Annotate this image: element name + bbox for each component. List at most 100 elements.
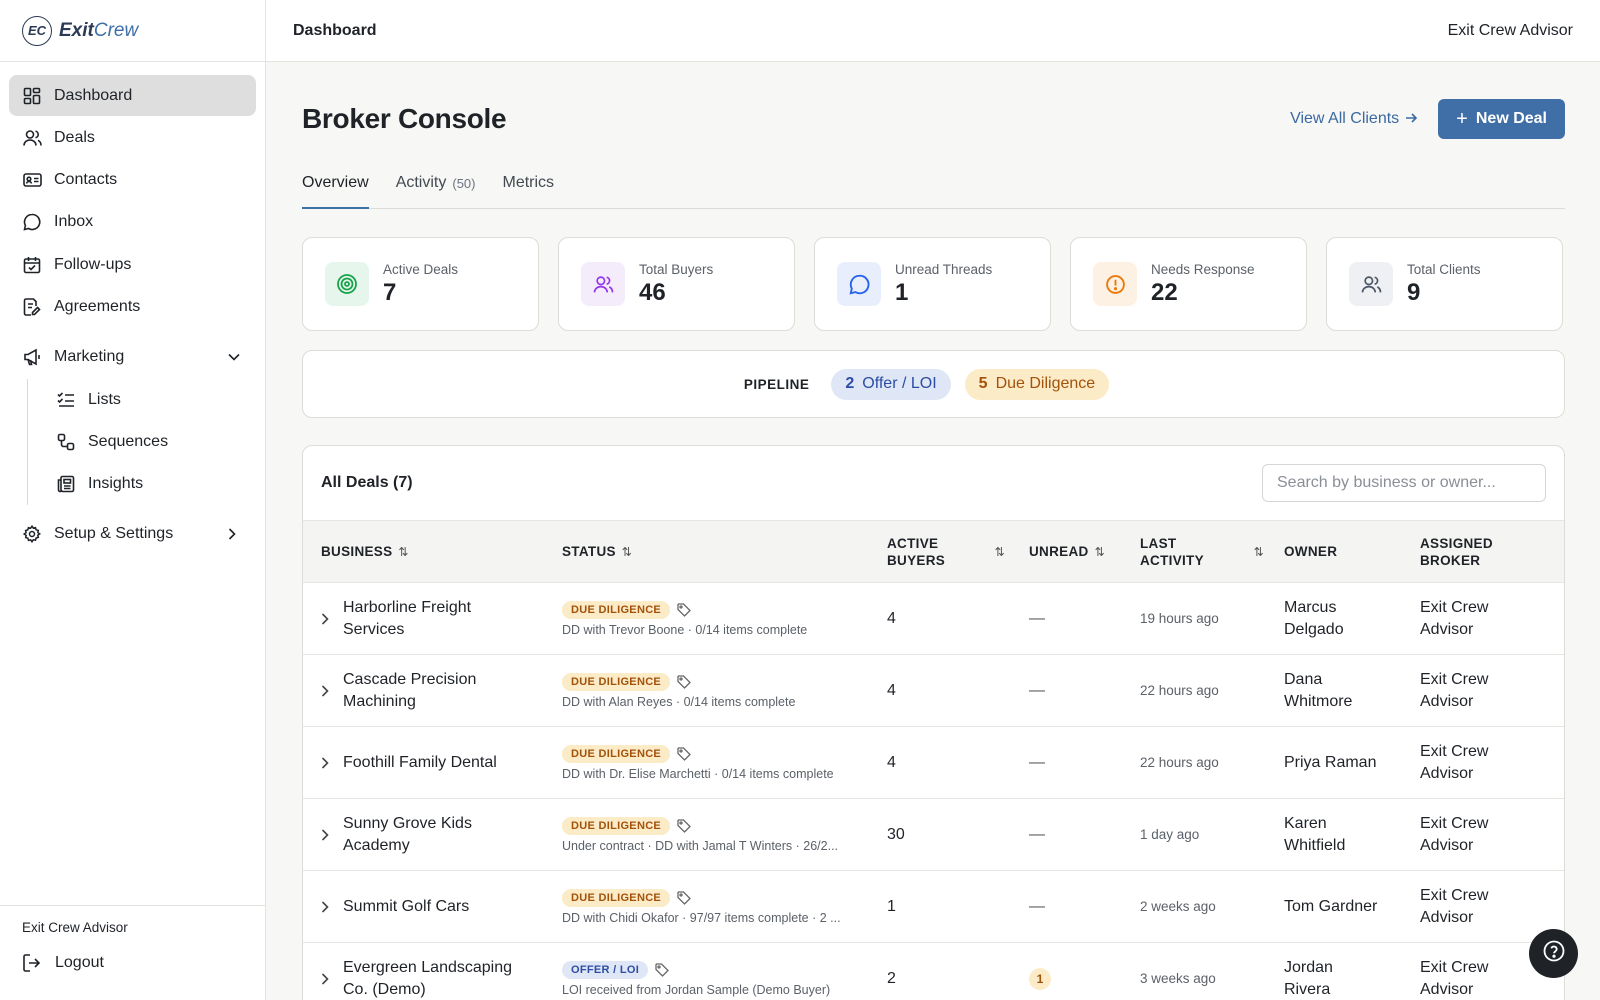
business-name[interactable]: Summit Golf Cars [343,896,469,918]
business-name[interactable]: Evergreen Landscaping Co. (Demo) [343,957,512,1000]
sidebar-item-follow-ups[interactable]: Follow-ups [9,244,256,285]
users-icon [581,262,625,306]
logout-icon [22,953,42,973]
stat-card-total-clients[interactable]: Total Clients 9 [1326,237,1563,331]
tag-icon[interactable] [677,890,691,905]
sort-icon[interactable]: ⇅ [1095,545,1105,559]
sort-icon[interactable]: ⇅ [398,545,408,559]
sidebar-item-marketing[interactable]: Marketing [9,337,256,378]
stage-count: 2 [845,375,855,392]
sidebar-item-inbox[interactable]: Inbox [9,202,256,243]
sort-icon[interactable]: ⇅ [622,545,632,559]
sidebar-footer: Exit Crew Advisor Logout [0,905,265,1000]
expand-row-icon[interactable] [317,684,343,697]
sidebar-item-insights[interactable]: Insights [32,464,256,505]
expand-row-icon[interactable] [317,973,343,985]
breadcrumb: Dashboard [293,21,377,39]
status-badge: DUE DILIGENCE [562,672,671,691]
expand-row-icon[interactable] [317,612,343,625]
stage-label: Due Diligence [995,375,1096,392]
column-header-business[interactable]: BUSINESS ⇅ [303,521,562,583]
sidebar-item-contacts[interactable]: Contacts [9,160,256,201]
tab-metrics[interactable]: Metrics [502,171,554,209]
unread-count: — [1029,609,1045,627]
brand-logo[interactable]: EC ExitCrew [0,0,265,62]
pipeline-stage-due-diligence[interactable]: 5 Due Diligence [964,368,1110,400]
owner-name: Dana Whitmore [1284,670,1353,710]
main-content: Broker Console View All Clients + New De… [302,62,1565,1000]
tab-overview[interactable]: Overview [302,171,369,209]
expand-row-icon[interactable] [317,828,343,841]
last-activity: 19 hours ago [1140,610,1219,626]
column-header-active-buyers[interactable]: ACTIVE BUYERS ⇅ [887,521,1029,583]
stat-value: 9 [1407,278,1421,306]
help-icon [1542,939,1566,968]
table-row[interactable]: Cascade Precision Machining DUE DILIGENCE… [303,654,1564,727]
stat-card-total-buyers[interactable]: Total Buyers 46 [558,237,795,331]
user-menu[interactable]: Exit Crew Advisor [1448,22,1573,40]
stat-label: Unread Threads [895,261,993,277]
table-row[interactable]: Sunny Grove Kids Academy DUE DILIGENCE Un… [303,798,1564,871]
chevron-down-icon[interactable] [228,350,242,364]
sidebar-item-label: Marketing [54,348,125,366]
status-badge: DUE DILIGENCE [562,600,671,619]
tag-icon[interactable] [677,602,691,617]
table-row[interactable]: Harborline Freight Services DUE DILIGENCE… [303,582,1564,655]
sidebar-item-setup-settings[interactable]: Setup & Settings [9,514,256,555]
stat-value: 1 [895,278,909,306]
last-activity: 3 weeks ago [1140,970,1216,986]
business-name[interactable]: Harborline Freight Services [343,597,471,641]
sidebar-item-deals[interactable]: Deals [9,117,256,158]
table-row[interactable]: Evergreen Landscaping Co. (Demo) OFFER / … [303,942,1564,1000]
sort-icon[interactable]: ⇅ [1254,545,1264,559]
column-header-status[interactable]: STATUS ⇅ [562,521,887,583]
tag-icon[interactable] [677,818,691,833]
expand-row-icon[interactable] [317,900,343,913]
sidebar-item-sequences[interactable]: Sequences [32,421,256,462]
brand-mark: EC [22,15,52,46]
status-badge: DUE DILIGENCE [562,816,671,835]
business-name[interactable]: Sunny Grove Kids Academy [343,813,472,857]
help-button[interactable] [1529,929,1578,978]
table-row[interactable]: Foothill Family Dental DUE DILIGENCE DD … [303,726,1564,799]
new-deal-button[interactable]: + New Deal [1438,99,1565,139]
column-header-last-activity[interactable]: LAST ACTIVITY ⇅ [1140,521,1284,583]
stat-card-active-deals[interactable]: Active Deals 7 [302,237,539,331]
chevron-right-icon[interactable] [228,527,242,541]
status-badge: OFFER / LOI [562,960,649,979]
stat-value: 7 [383,278,397,306]
view-all-clients-link[interactable]: View All Clients [1290,110,1418,128]
tag-icon[interactable] [677,674,691,689]
logout-button[interactable]: Logout [22,953,265,973]
sidebar-item-agreements[interactable]: Agreements [9,286,256,327]
status-description: DD with Chidi Okafor · 97/97 items compl… [562,910,841,925]
pipeline-stage-offer-loi[interactable]: 2 Offer / LOI [831,368,951,400]
business-name[interactable]: Cascade Precision Machining [343,669,476,713]
table-row[interactable]: Summit Golf Cars DUE DILIGENCE DD with C… [303,870,1564,943]
column-header-unread[interactable]: UNREAD ⇅ [1029,521,1140,583]
expand-row-icon[interactable] [317,756,343,769]
sort-icon[interactable]: ⇅ [995,545,1005,559]
sidebar-item-lists[interactable]: Lists [32,379,256,420]
pipeline-label: PIPELINE [743,376,810,392]
search-input[interactable] [1262,464,1546,502]
unread-count: — [1029,681,1045,699]
stat-card-unread-threads[interactable]: Unread Threads 1 [814,237,1051,331]
sidebar-nav: Dashboard Deals Contacts Inbox Follow-up… [0,62,265,555]
active-buyers-count: 4 [887,609,896,627]
last-activity: 2 weeks ago [1140,898,1216,914]
last-activity: 22 hours ago [1140,754,1219,770]
stat-label: Total Buyers [639,261,714,277]
logout-label: Logout [55,954,104,971]
sidebar-item-label: Sequences [88,432,169,450]
sidebar-item-label: Setup & Settings [54,525,174,543]
status-description: Under contract · DD with Jamal T Winters… [562,838,839,853]
tag-icon[interactable] [677,746,691,761]
tag-icon[interactable] [655,963,669,977]
dashboard-icon [22,86,42,106]
tab-activity[interactable]: Activity (50) [396,171,476,209]
stat-card-needs-response[interactable]: Needs Response 22 [1070,237,1307,331]
topbar: Dashboard Exit Crew Advisor [266,0,1600,62]
sidebar-item-dashboard[interactable]: Dashboard [9,75,256,116]
business-name[interactable]: Foothill Family Dental [343,752,497,774]
